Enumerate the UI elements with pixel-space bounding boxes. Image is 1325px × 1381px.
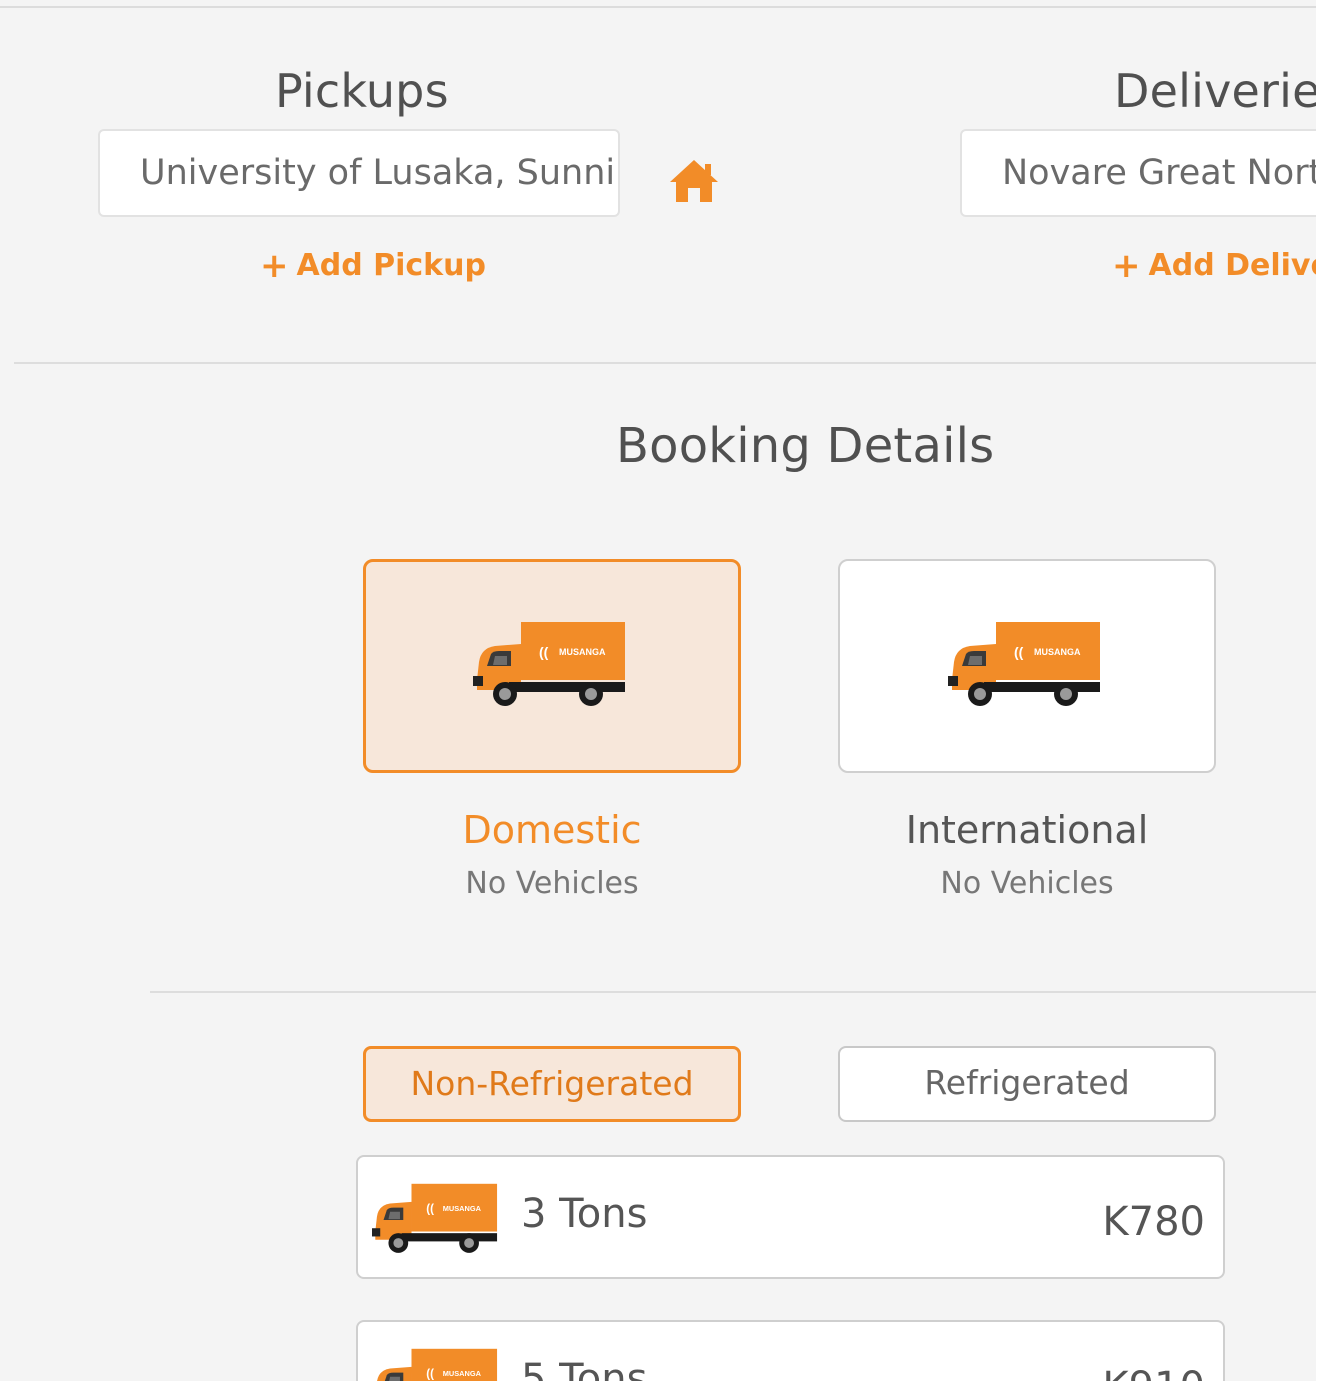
non-refrigerated-toggle[interactable]: Non-Refrigerated: [363, 1046, 741, 1122]
section-divider: [14, 362, 1316, 364]
domestic-label: Domestic: [462, 808, 642, 852]
international-label: International: [905, 808, 1149, 852]
refrigerated-toggle[interactable]: Refrigerated: [838, 1046, 1216, 1122]
vehicle-name: 5 Tons: [521, 1356, 648, 1381]
plus-icon: +: [1112, 245, 1141, 286]
category-divider: [150, 991, 1316, 993]
deliveries-title: Deliveries: [1114, 64, 1316, 118]
international-card[interactable]: [838, 559, 1216, 773]
booking-screen: Pickups University of Lusaka, Sunni + Ad…: [0, 0, 1316, 1381]
truck-icon: [372, 1348, 498, 1381]
top-divider: [0, 6, 1316, 8]
truck-icon: [473, 622, 625, 706]
vehicle-price: K910: [1102, 1364, 1205, 1381]
vehicle-price: K780: [1102, 1199, 1205, 1245]
domestic-vehicle-count: No Vehicles: [465, 866, 639, 901]
add-pickup-label: Add Pickup: [296, 248, 486, 283]
vehicle-option-row[interactable]: 5 Tons K910: [356, 1320, 1225, 1381]
booking-details-title: Booking Details: [616, 418, 995, 474]
add-delivery-label: Add Delivery: [1148, 248, 1317, 283]
domestic-card[interactable]: [363, 559, 741, 773]
add-pickup-button[interactable]: + Add Pickup: [260, 248, 486, 283]
home-icon[interactable]: [668, 158, 720, 204]
pickup-address-field[interactable]: University of Lusaka, Sunni: [98, 129, 620, 217]
truck-icon: [372, 1183, 498, 1253]
truck-icon: [948, 622, 1100, 706]
pickups-title: Pickups: [275, 64, 449, 118]
add-delivery-button[interactable]: + Add Delivery: [1112, 248, 1316, 283]
plus-icon: +: [260, 245, 289, 286]
vehicle-name: 3 Tons: [521, 1191, 648, 1237]
vehicle-option-row[interactable]: 3 Tons K780: [356, 1155, 1225, 1279]
delivery-address-field[interactable]: Novare Great North: [960, 129, 1316, 217]
international-vehicle-count: No Vehicles: [940, 866, 1114, 901]
